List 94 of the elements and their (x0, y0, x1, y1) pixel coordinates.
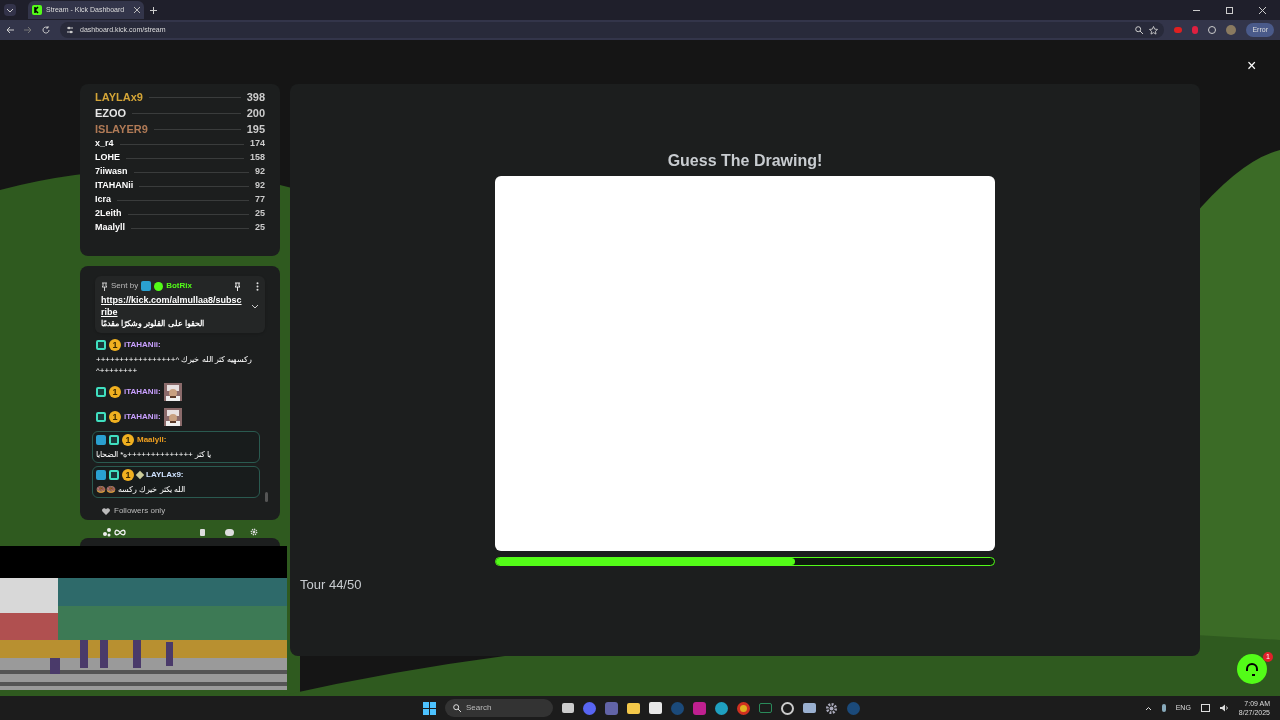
edge-icon[interactable] (715, 701, 728, 715)
og-badge-icon (96, 387, 106, 397)
search-field[interactable]: Search (445, 699, 553, 717)
task-view-icon[interactable] (562, 703, 574, 713)
heart-icon (102, 507, 110, 515)
back-arrow-icon[interactable] (6, 26, 14, 34)
subscriber-badge: 1 (122, 434, 134, 446)
player-score: 25 (255, 207, 265, 221)
search-icon (453, 704, 461, 712)
speaker-icon[interactable] (1219, 704, 1229, 712)
infinity-icon[interactable] (114, 528, 126, 536)
player-score: 92 (255, 165, 265, 179)
monitor-icon[interactable] (803, 703, 816, 713)
player-name: Icra (95, 193, 111, 207)
og-badge-icon (96, 340, 106, 350)
app-icon[interactable] (781, 701, 794, 715)
verified-badge-icon (154, 281, 164, 291)
site-info-icon[interactable] (66, 26, 74, 34)
search-placeholder: Search (466, 702, 492, 714)
round-counter: Tour 44/50 (300, 577, 362, 592)
og-badge-icon (96, 412, 106, 422)
moderator-badge-icon (96, 435, 106, 445)
pinned-author[interactable]: BotRix (166, 280, 192, 292)
game-title: Guess The Drawing! (667, 151, 823, 171)
player-name: 2Leith (95, 207, 122, 221)
player-name: ITAHANii (95, 179, 134, 193)
tab-list-icon[interactable] (4, 4, 16, 16)
gear-icon[interactable] (825, 701, 838, 715)
pin-icon[interactable] (234, 281, 241, 291)
og-badge-icon (109, 470, 119, 480)
profile-avatar[interactable] (1226, 25, 1237, 35)
subscriber-badge: 1 (122, 469, 134, 481)
reload-icon[interactable] (42, 26, 50, 34)
close-button[interactable]: × (1247, 58, 1257, 74)
chat-username[interactable]: iTAHANii: (124, 339, 161, 351)
player-score: 92 (255, 179, 265, 193)
pinned-message-text: الحقوا على القلوتر وشكرًا مقدمًا (101, 318, 205, 329)
player-score: 174 (249, 137, 265, 151)
player-name: EZOO (95, 105, 127, 121)
player-name: x_r4 (95, 137, 114, 151)
pin-icon (101, 281, 108, 291)
sent-by-label: Sent by (111, 280, 139, 292)
moderator-badge-icon (96, 470, 106, 480)
k-logo-icon (32, 5, 42, 15)
caret-icon[interactable] (251, 304, 259, 309)
player-score: 77 (255, 193, 265, 207)
player-name: LOHE (95, 151, 120, 165)
subscriber-badge: 1 (109, 386, 121, 398)
new-tab-icon[interactable] (150, 6, 157, 14)
trash-icon[interactable] (200, 528, 205, 536)
chat-app-icon[interactable] (583, 701, 596, 715)
chat-message-text: يا كثر ++++++++++++++ه* الضحايا (96, 449, 212, 460)
chevron-up-icon[interactable] (1144, 705, 1152, 711)
chat-bubble-icon[interactable] (225, 528, 234, 536)
player-name: LAYLAx9 (95, 89, 143, 105)
more-options-icon[interactable] (256, 281, 259, 291)
bookmark-star-icon[interactable] (1149, 25, 1159, 35)
player-name: Maalyll (95, 221, 125, 235)
folder-icon[interactable] (627, 702, 640, 714)
subscribe-link[interactable]: https://kick.com/almullaa8/subscribe (101, 294, 245, 318)
moderator-badge-icon (141, 281, 152, 291)
close-window-icon[interactable] (1259, 6, 1266, 14)
forward-arrow-icon[interactable] (24, 26, 32, 34)
maximize-icon[interactable] (1226, 6, 1233, 14)
gear-icon[interactable] (250, 528, 258, 536)
magnifier-icon[interactable] (1135, 26, 1144, 34)
store-icon[interactable] (649, 702, 662, 714)
subscriber-badge: 1 (109, 339, 121, 351)
player-score: 200 (246, 105, 265, 121)
player-score: 25 (255, 221, 265, 235)
network-icon[interactable] (1200, 704, 1210, 712)
player-name: 7iiwasn (95, 165, 128, 179)
chat-username[interactable]: Maalyll: (137, 434, 167, 446)
chat-mode-label: Followers only (114, 505, 166, 517)
chat-username[interactable]: iTAHANii: (124, 411, 161, 423)
people-app-icon[interactable] (605, 701, 618, 715)
chrome-icon[interactable] (737, 701, 750, 715)
chat-message-text: ركسهيه كثر الله خيرك ^+++++++++++++++++++++++++^ (96, 354, 254, 376)
player-score: 195 (246, 121, 265, 137)
player-score: 398 (246, 89, 265, 105)
microphone-icon[interactable] (1161, 704, 1166, 712)
player-name: ISLAYER9 (95, 121, 148, 137)
dots-icon[interactable] (102, 527, 112, 537)
close-tab-icon[interactable] (134, 7, 140, 13)
extension-icon[interactable] (1192, 26, 1199, 34)
og-badge-icon (109, 435, 119, 445)
subscriber-badge: 1 (109, 411, 121, 423)
chat-username[interactable]: iTAHANii: (124, 386, 161, 398)
chat-username[interactable]: LAYLAx9: (146, 469, 184, 481)
sparkle-icon (135, 470, 145, 480)
headset-icon (1245, 662, 1259, 676)
chat-message-text: الله يكثر خيرك ركسه 🍩🍩 (96, 484, 185, 495)
start-icon[interactable] (423, 701, 436, 715)
player-score: 158 (249, 151, 265, 165)
